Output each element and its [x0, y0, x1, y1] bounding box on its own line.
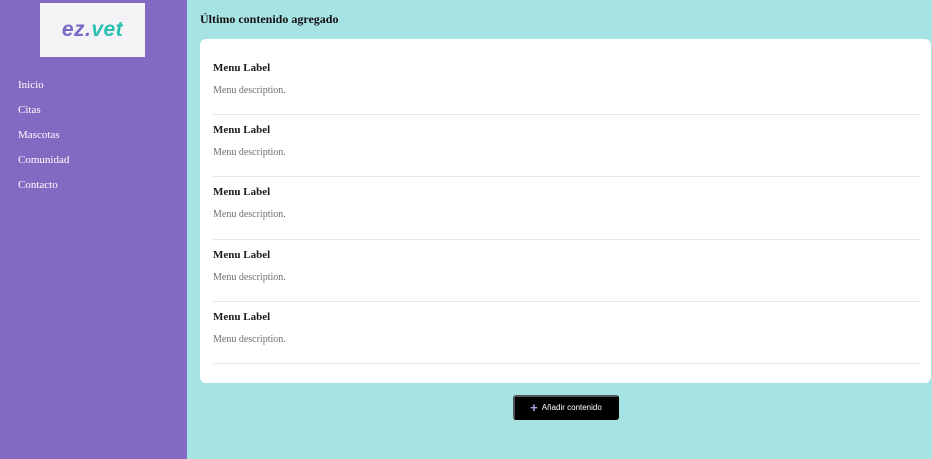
item-label: Menu Label: [213, 124, 271, 137]
item-description: Menu description.: [213, 147, 286, 159]
sidebar-item-mascotas[interactable]: Mascotas: [18, 128, 69, 153]
item-label: Menu Label: [213, 248, 271, 261]
list-item[interactable]: Menu Label Menu description.: [213, 53, 919, 116]
logo-text-primary: ez.: [61, 18, 92, 41]
sidebar-item-comunidad[interactable]: Comunidad: [18, 153, 69, 178]
item-label: Menu Label: [213, 310, 271, 323]
item-description: Menu description.: [213, 209, 286, 221]
list-item[interactable]: Menu Label Menu description.: [213, 177, 919, 240]
item-label: Menu Label: [213, 62, 271, 74]
page-title: Último contenido agregado: [200, 12, 339, 26]
list-item[interactable]: Menu Label Menu description.: [213, 302, 919, 364]
plus-icon: +: [530, 399, 538, 415]
add-content-label: Añadir contenido: [541, 403, 602, 412]
item-description: Menu description.: [213, 271, 286, 283]
logo-text: ez.vet: [62, 18, 123, 42]
logo-text-accent: vet: [91, 18, 124, 41]
list-item[interactable]: Menu Label Menu description.: [213, 115, 919, 178]
content-list: Menu Label Menu description. Menu Label …: [213, 53, 919, 364]
list-item[interactable]: Menu Label Menu description.: [213, 240, 919, 302]
sidebar-item-contacto[interactable]: Contacto: [18, 178, 69, 203]
logo[interactable]: ez.vet: [40, 3, 145, 57]
sidebar-item-inicio[interactable]: Inicio: [18, 78, 69, 103]
content-card: Menu Label Menu description. Menu Label …: [200, 39, 931, 383]
sidebar-item-citas[interactable]: Citas: [18, 103, 69, 128]
item-label: Menu Label: [213, 186, 271, 199]
item-description: Menu description.: [213, 333, 286, 345]
add-content-button[interactable]: + Añadir contenido: [513, 395, 619, 420]
item-description: Menu description.: [213, 85, 286, 96]
sidebar: ez.vet Inicio Citas Mascotas Comunidad C…: [0, 0, 187, 459]
sidebar-nav: Inicio Citas Mascotas Comunidad Contacto: [18, 78, 69, 203]
